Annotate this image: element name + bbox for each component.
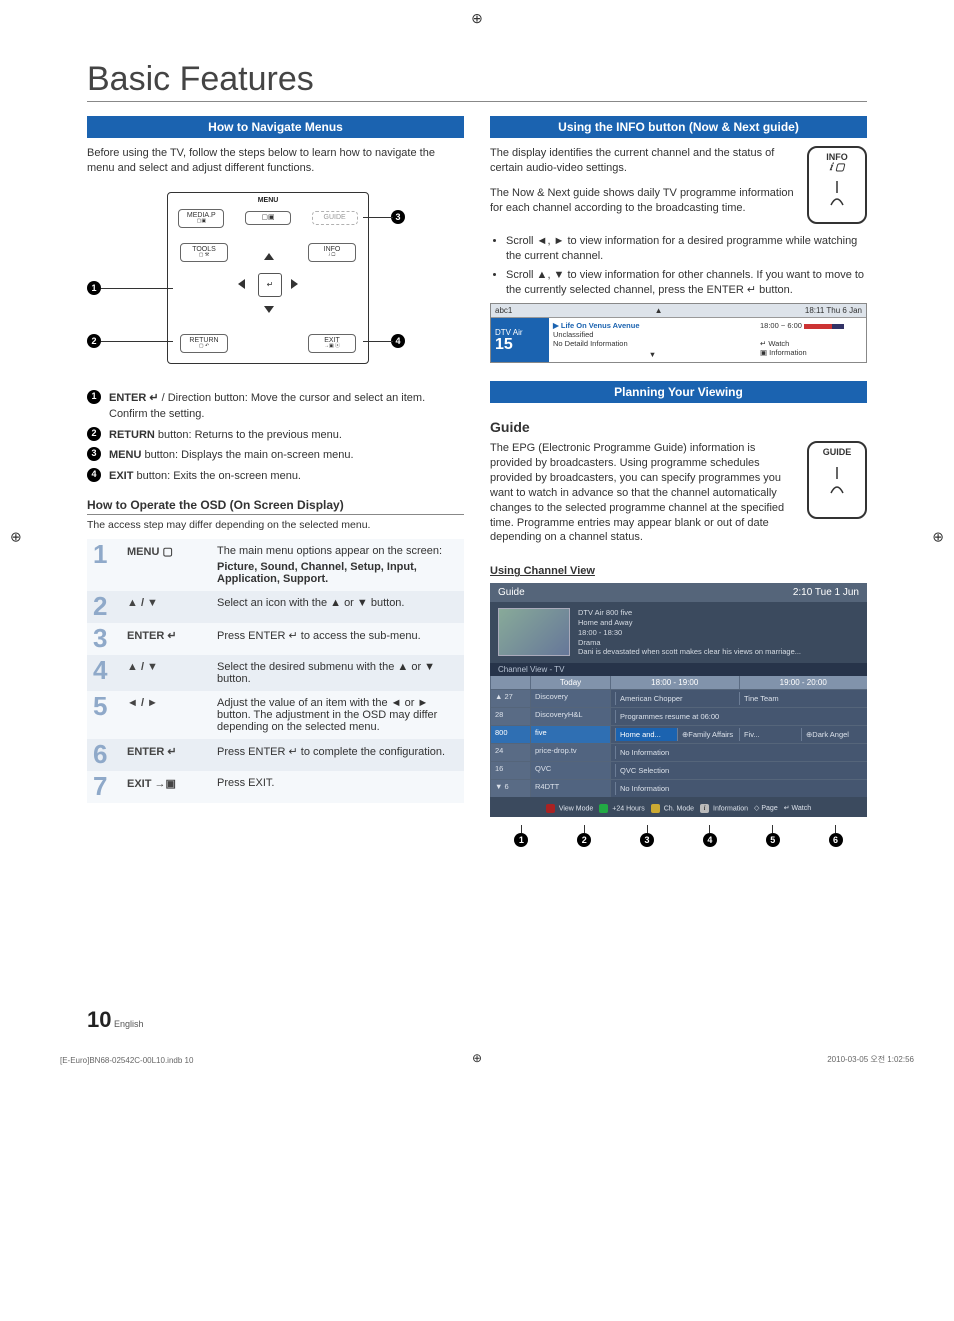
step-row: 2▲ / ▼Select an icon with the ▲ or ▼ but… xyxy=(87,591,464,623)
guide-heading: Guide xyxy=(490,419,867,435)
crop-mark-left: ⊕ xyxy=(10,528,22,545)
guide-callout-4: 4 xyxy=(703,833,717,847)
callout-3: 3 xyxy=(391,210,405,224)
remote-enter-button: ↵ xyxy=(258,273,282,297)
section-info-button: Using the INFO button (Now & Next guide) xyxy=(490,116,867,138)
step-row: 1MENU ▢The main menu options appear on t… xyxy=(87,539,464,591)
remote-media-p-button: MEDIA.P▢▣ xyxy=(178,209,224,228)
info-button-illustration: INFO 𝑖 ▢ xyxy=(807,146,867,224)
remote-exit-button: EXIT→▣ ⓧ xyxy=(308,334,356,353)
remote-return-button: RETURN▢ ↶ xyxy=(180,334,228,353)
osd-steps-table: 1MENU ▢The main menu options appear on t… xyxy=(87,539,464,803)
nn-channel-name: abc1 xyxy=(495,306,512,315)
gp-hint: i Information xyxy=(700,804,748,813)
info-bullet-2: Scroll ▲, ▼ to view information for othe… xyxy=(506,268,867,298)
channel-view-heading: Using Channel View xyxy=(490,565,867,577)
gp-hint: ↵ Watch xyxy=(784,804,811,813)
guide-callout-2: 2 xyxy=(577,833,591,847)
nn-time-actions: 18:00 ~ 6:00 ↵ Watch ▣ Information xyxy=(756,318,866,362)
guide-callout-1: 1 xyxy=(514,833,528,847)
legend-row-2: 2 RETURN button: Returns to the previous… xyxy=(87,427,464,444)
gp-time-header: Today 18:00 - 19:00 19:00 - 20:00 xyxy=(490,676,867,689)
step-row: 5◄ / ►Adjust the value of an item with t… xyxy=(87,691,464,739)
footer-crop-mark: ⊕ xyxy=(472,1051,482,1065)
guide-footer-callouts: 1 2 3 4 5 6 xyxy=(490,825,867,847)
legend-row-4: 4 EXIT button: Exits the on-screen menu. xyxy=(87,468,464,485)
nn-channel-tile: DTV Air 15 xyxy=(491,318,549,362)
page-title: Basic Features xyxy=(87,60,867,102)
nn-clock: 18:11 Thu 6 Jan xyxy=(805,306,862,315)
osd-note: The access step may differ depending on … xyxy=(87,519,464,531)
gp-subbar: Channel View - TV xyxy=(490,663,867,676)
guide-panel: Guide 2:10 Tue 1 Jun DTV Air 800 five Ho… xyxy=(490,583,867,817)
page-language: English xyxy=(114,1019,144,1029)
now-next-panel: abc1 ▲ 18:11 Thu 6 Jan DTV Air 15 ▶ Life… xyxy=(490,303,867,363)
guide-row: ▲ 27DiscoveryAmerican ChopperTine Team xyxy=(490,689,867,707)
info-bullet-1: Scroll ◄, ► to view information for a de… xyxy=(506,234,867,264)
gp-clock: 2:10 Tue 1 Jun xyxy=(793,587,859,598)
guide-row: 24price-drop.tvNo Information xyxy=(490,743,867,761)
remote-diagram: MENU MEDIA.P▢▣ ▢▣ GUIDE TOOLS▢ ⚒ INFO𝑖 ▢… xyxy=(87,186,464,376)
section-planning-viewing: Planning Your Viewing xyxy=(490,381,867,403)
remote-tools-button: TOOLS▢ ⚒ xyxy=(180,243,228,262)
step-row: 7EXIT →▣Press EXIT. xyxy=(87,771,464,803)
gp-preview-thumb xyxy=(498,608,570,656)
nn-arrow-down-icon: ▼ xyxy=(553,350,752,359)
crop-mark-right: ⊕ xyxy=(932,528,944,545)
gp-hint: +24 Hours xyxy=(599,804,644,813)
callout-2: 2 xyxy=(87,334,101,348)
callout-1: 1 xyxy=(87,281,101,295)
gp-hint: View Mode xyxy=(546,804,593,813)
gp-footer-hints: View Mode +24 Hours Ch. Mode i Informatio… xyxy=(490,804,867,813)
step-row: 6ENTER ↵Press ENTER ↵ to complete the co… xyxy=(87,739,464,771)
intro-text: Before using the TV, follow the steps be… xyxy=(87,146,464,176)
nn-arrow-up-icon: ▲ xyxy=(655,306,663,315)
section-how-to-navigate: How to Navigate Menus xyxy=(87,116,464,138)
guide-callout-3: 3 xyxy=(640,833,654,847)
info-bullets: Scroll ◄, ► to view information for a de… xyxy=(506,234,867,297)
page-number: 10 xyxy=(87,1007,111,1032)
remote-menu-button: ▢▣ xyxy=(245,211,291,225)
guide-row: 28DiscoveryH&LProgrammes resume at 06:00 xyxy=(490,707,867,725)
guide-row: 16QVCQVC Selection xyxy=(490,761,867,779)
footer-file: [E-Euro]BN68-02542C-00L10.indb 10 xyxy=(60,1056,193,1065)
guide-callout-5: 5 xyxy=(766,833,780,847)
gp-title-text: Guide xyxy=(498,587,525,598)
remote-info-button: INFO𝑖 ▢ xyxy=(308,243,356,262)
nn-programme-info: ▶ Life On Venus Avenue Unclassified No D… xyxy=(549,318,756,362)
remote-menu-label: MENU xyxy=(168,197,368,204)
guide-button-illustration: GUIDE xyxy=(807,441,867,519)
footer-date: 2010-03-05 오전 1:02:56 xyxy=(827,1054,914,1065)
guide-row: ▼ 6R4DTTNo Information xyxy=(490,779,867,797)
step-row: 4▲ / ▼Select the desired submenu with th… xyxy=(87,655,464,691)
callout-4: 4 xyxy=(391,334,405,348)
remote-guide-button: GUIDE xyxy=(312,211,358,225)
legend-row-1: 1 ENTER ↵ / Direction button: Move the c… xyxy=(87,390,464,423)
legend-row-3: 3 MENU button: Displays the main on-scre… xyxy=(87,447,464,464)
gp-programme-header: DTV Air 800 five Home and Away 18:00 - 1… xyxy=(578,608,801,657)
step-row: 3ENTER ↵Press ENTER ↵ to access the sub-… xyxy=(87,623,464,655)
remote-dpad: ↵ xyxy=(238,253,298,313)
gp-hint: Ch. Mode xyxy=(651,804,694,813)
remote-legend: 1 ENTER ↵ / Direction button: Move the c… xyxy=(87,390,464,485)
osd-heading: How to Operate the OSD (On Screen Displa… xyxy=(87,498,464,515)
guide-row: 800fiveHome and... ⊕Family AffairsFiv...… xyxy=(490,725,867,743)
guide-callout-6: 6 xyxy=(829,833,843,847)
gp-hint: ◇ Page xyxy=(754,804,778,813)
